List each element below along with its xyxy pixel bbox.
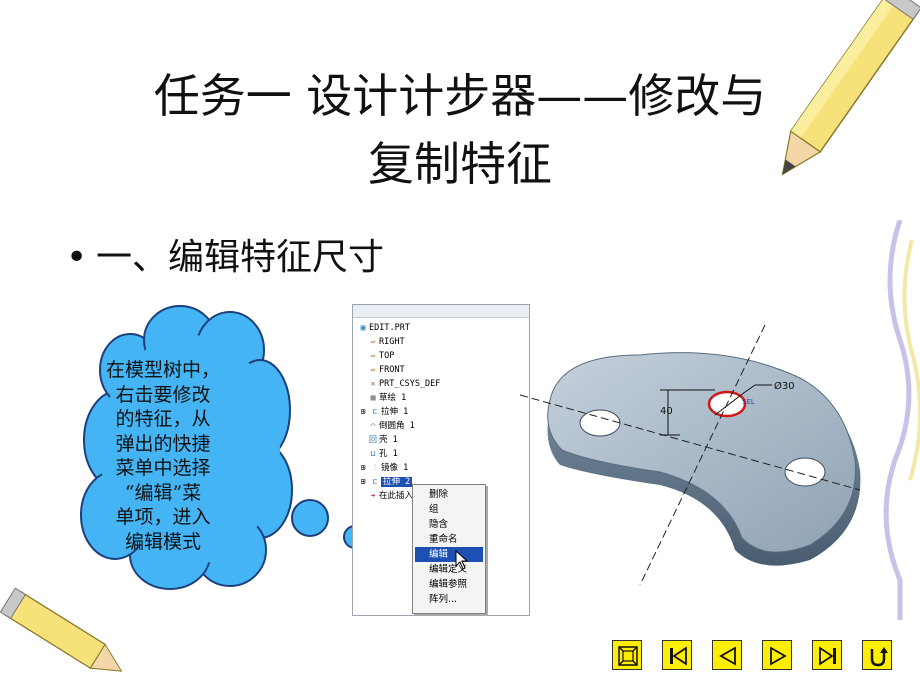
- nav-prev-button[interactable]: [712, 640, 742, 670]
- dimension-height-label[interactable]: 40: [660, 406, 673, 417]
- nav-first-button[interactable]: [662, 640, 692, 670]
- tree-item-label: 拉伸 1: [381, 407, 409, 417]
- pencil-decoration-bottom-left: [0, 587, 123, 672]
- tree-root-label: EDIT.PRT: [369, 323, 410, 333]
- menu-item-rename[interactable]: 重命名: [415, 532, 483, 547]
- callout-line: 弹出的快捷: [115, 432, 211, 455]
- datum-plane-icon: ▱: [370, 351, 376, 360]
- expand-icon: ⊞: [360, 463, 366, 472]
- tree-item-label: TOP: [379, 351, 395, 361]
- tree-item-right[interactable]: ▱ RIGHT: [367, 335, 405, 349]
- callout-line: 的特征，从: [115, 408, 211, 430]
- extrude-icon: ⊏: [372, 477, 378, 486]
- tree-item-round[interactable]: ◠ 倒圆角 1: [367, 419, 415, 433]
- part-3d-view: [520, 324, 861, 586]
- hole-selection-tag: SEL: [742, 398, 755, 406]
- home-frame-icon: [618, 646, 638, 666]
- menu-item-edit-references[interactable]: 编辑参照: [415, 577, 483, 592]
- expand-icon: ⊞: [360, 477, 366, 486]
- nav-next-button[interactable]: [762, 640, 792, 670]
- csys-icon: ✕: [370, 379, 376, 388]
- bullet-text: 一、编辑特征尺寸: [96, 237, 385, 278]
- last-slide-icon: [819, 646, 836, 666]
- tree-item-label: PRT_CSYS_DEF: [379, 379, 441, 389]
- insert-arrow-icon: ➔: [370, 491, 376, 500]
- callout-line: “编辑”菜: [124, 481, 202, 504]
- expand-icon: ⊞: [360, 407, 366, 416]
- return-icon: [870, 647, 888, 667]
- nav-return-button[interactable]: [862, 640, 892, 670]
- tree-item-label: 倒圆角 1: [379, 421, 415, 431]
- menu-item-pattern[interactable]: 阵列...: [415, 592, 483, 607]
- tree-item-label: 孔 1: [379, 449, 398, 459]
- callout-line: 编辑模式: [124, 530, 201, 553]
- menu-item-suppress[interactable]: 隐含: [415, 517, 483, 532]
- tree-item-label: 在此插入: [379, 491, 414, 501]
- mirror-icon: ⫶: [374, 463, 376, 472]
- bullet-item: • 一、编辑特征尺寸: [66, 228, 384, 280]
- nav-last-button[interactable]: [812, 640, 842, 670]
- tree-item-label: 镜像 1: [381, 463, 409, 473]
- callout-text: 在模型树中， 右击要修改 的特征，从 弹出的快捷 菜单中选择 “编辑”菜 单项，…: [92, 358, 234, 554]
- slide-title-line2: 复制特征: [368, 137, 552, 191]
- callout-line: 菜单中选择: [115, 457, 211, 479]
- tree-item-hole[interactable]: ⊔ 孔 1: [367, 447, 398, 461]
- tree-item-extrude1[interactable]: ⊞ ⊏ 拉伸 1: [357, 405, 409, 419]
- menu-item-group[interactable]: 组: [415, 502, 483, 517]
- tree-root[interactable]: ▣ EDIT.PRT: [357, 321, 410, 335]
- callout-line: 右击要修改: [115, 383, 211, 406]
- slide-title-line1: 任务一 设计计步器——修改与: [153, 69, 767, 123]
- first-slide-icon: [670, 646, 687, 666]
- menu-item-edit-definition[interactable]: 编辑定义: [415, 562, 483, 577]
- bullet-dot-icon: •: [66, 237, 88, 278]
- prev-slide-icon: [719, 646, 736, 666]
- tree-item-sketch[interactable]: ▦ 草绘 1: [367, 391, 407, 405]
- dimension-diameter-label[interactable]: Ø30: [774, 381, 795, 392]
- hole-icon: ⊔: [370, 449, 376, 458]
- tree-item-shell[interactable]: 回壳 1: [367, 433, 398, 447]
- next-slide-icon: [770, 646, 787, 666]
- sketch-icon: ▦: [370, 393, 376, 402]
- nav-home-button[interactable]: [612, 640, 642, 670]
- tree-item-label: 壳 1: [379, 435, 398, 445]
- tree-item-label: FRONT: [379, 365, 405, 375]
- round-icon: ◠: [370, 421, 376, 430]
- shell-icon: 回: [369, 435, 377, 444]
- context-menu: 删除 组 隐含 重命名 编辑 编辑定义 编辑参照 阵列...: [412, 484, 486, 614]
- callout-line: 单项，进入: [115, 506, 211, 528]
- tree-item-csys[interactable]: ✕ PRT_CSYS_DEF: [367, 377, 441, 391]
- datum-plane-icon: ▱: [370, 337, 376, 346]
- callout-line: 在模型树中，: [105, 359, 220, 381]
- tree-item-insert-here[interactable]: ➔ 在此插入: [367, 489, 413, 503]
- tree-item-label: RIGHT: [379, 337, 405, 347]
- menu-item-delete[interactable]: 删除: [415, 487, 483, 502]
- menu-item-edit[interactable]: 编辑: [415, 547, 483, 562]
- tree-item-extrude2[interactable]: ⊞ ⊏ 拉伸 2: [357, 475, 413, 489]
- datum-plane-icon: ▱: [370, 365, 376, 374]
- tree-item-label: 草绘 1: [379, 393, 407, 403]
- model-tree-header: [353, 305, 529, 318]
- tree-item-mirror[interactable]: ⊞ ⫶ 镜像 1: [357, 461, 409, 475]
- mouse-cursor-icon: [455, 550, 469, 570]
- tree-item-label: 拉伸 2: [381, 477, 413, 487]
- tree-item-top[interactable]: ▱ TOP: [367, 349, 395, 363]
- extrude-icon: ⊏: [372, 407, 378, 416]
- tree-item-front[interactable]: ▱ FRONT: [367, 363, 405, 377]
- part-icon: ▣: [360, 323, 366, 332]
